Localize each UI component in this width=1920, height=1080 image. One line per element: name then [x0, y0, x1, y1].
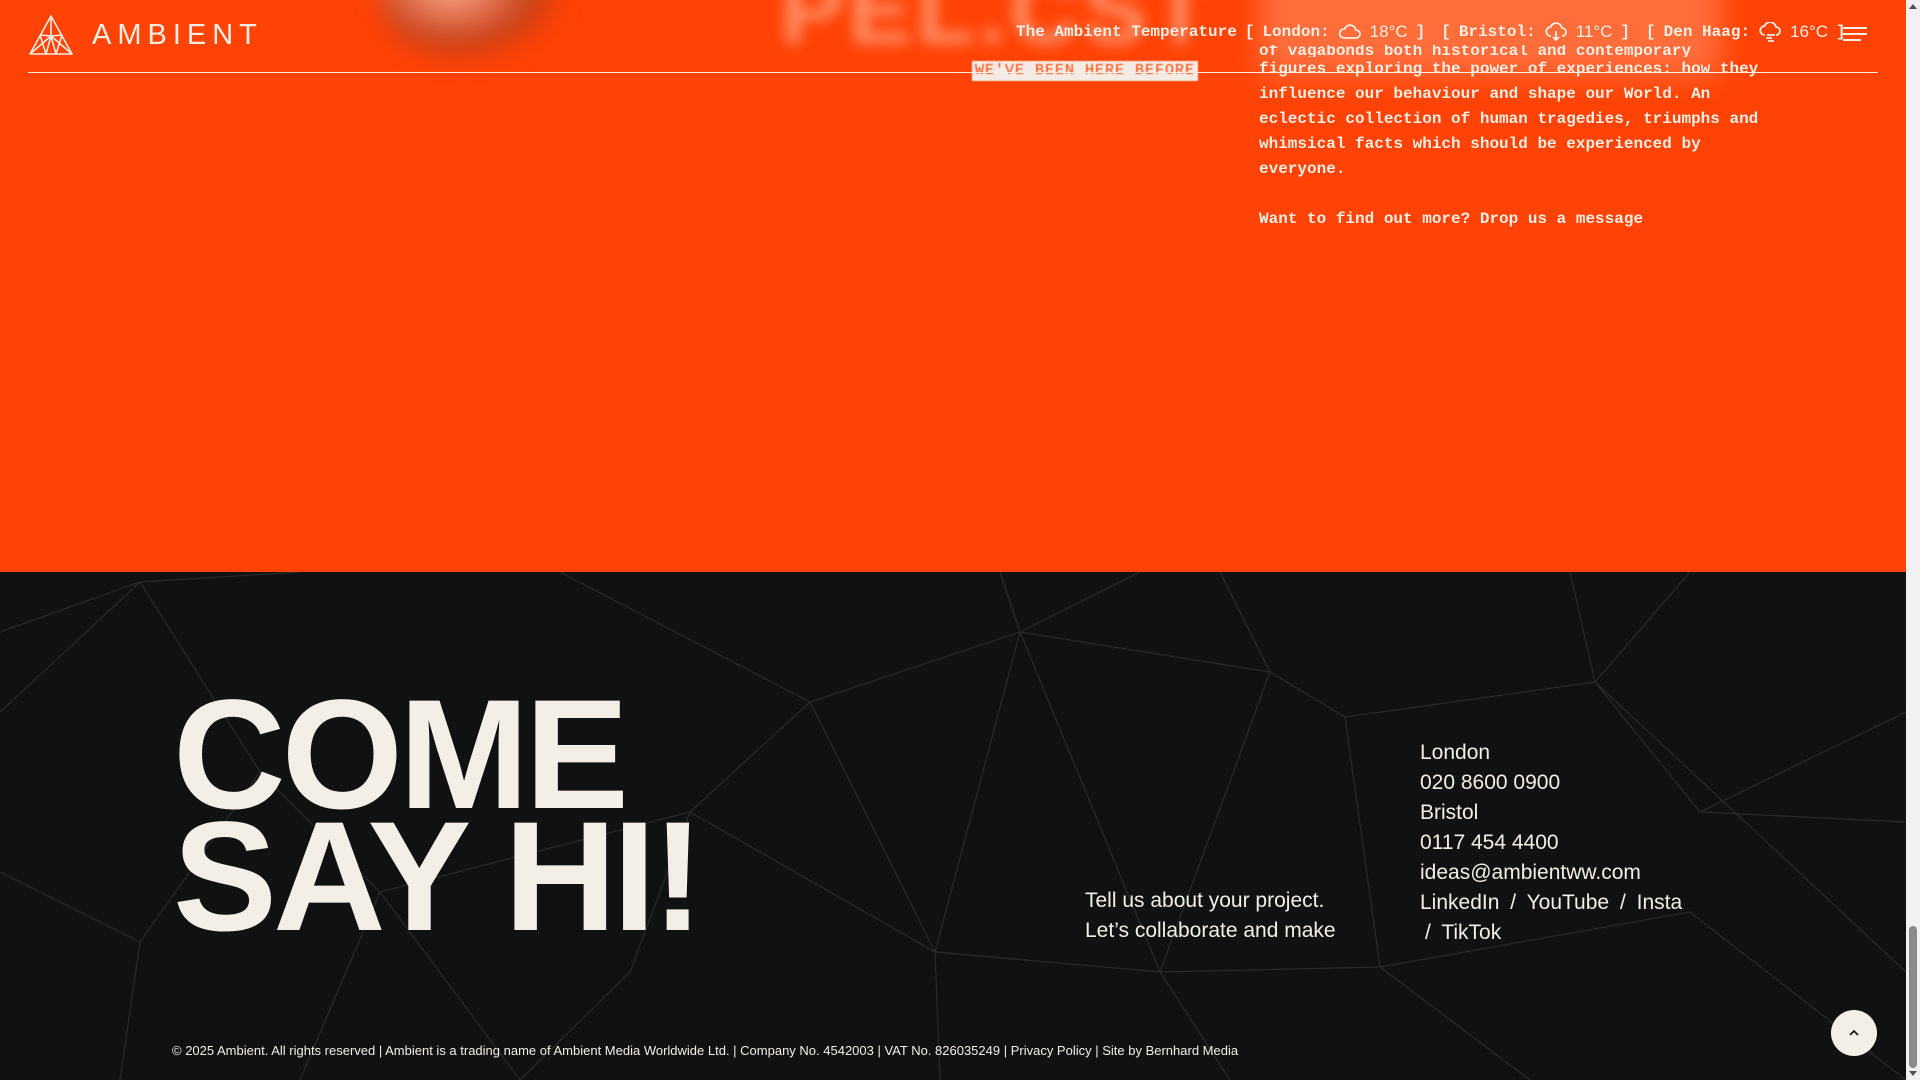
bracket-open: [ [1646, 23, 1656, 41]
bracket-open: [ [1244, 23, 1255, 41]
contact-cta-link[interactable]: Want to find out more? Drop us a message [1259, 207, 1759, 232]
tagline-line2: Let’s collaborate and make [1085, 919, 1336, 942]
social-separator: / [1425, 921, 1431, 944]
scroll-down-arrow-icon[interactable] [1909, 1071, 1917, 1076]
ambient-logo-icon [29, 15, 73, 55]
city-temp: 18°C [1369, 22, 1408, 41]
cloud-download-icon [1545, 22, 1567, 42]
tagline-line1: Tell us about your project. [1085, 889, 1325, 912]
social-link-tiktok[interactable]: TikTok [1441, 921, 1501, 944]
contact-phone-bristol[interactable]: 0117 454 4400 [1420, 828, 1690, 858]
site-credit: | Site by Bernhard Media [1091, 1043, 1239, 1058]
hamburger-menu-icon[interactable] [1843, 27, 1867, 45]
logo[interactable]: AMBIENT [28, 14, 263, 56]
weather-london: [ London: 18°C ] [1237, 22, 1433, 42]
cloud-icon [1338, 24, 1361, 39]
back-to-top-button[interactable] [1831, 1010, 1877, 1056]
copyright-bar: © 2025 Ambient. All rights reserved | Am… [172, 1043, 1238, 1058]
weather-label: The Ambient Temperature [1016, 23, 1237, 41]
city-temp: 11°C [1575, 22, 1613, 41]
footer-section: COME SAY HI! Tell us about your project.… [0, 572, 1906, 1080]
about-paragraph: figures exploring the power of experienc… [1259, 60, 1759, 178]
scroll-up-arrow-icon[interactable] [1909, 4, 1917, 9]
social-link-linkedin[interactable]: LinkedIn [1420, 891, 1499, 914]
footer-heading-line2: SAY HI! [173, 790, 704, 964]
about-text: of vagabonds both historical and contemp… [1259, 45, 1759, 232]
bracket-open: [ [1441, 23, 1451, 41]
hero-section: PEL.CST WE'VE BEEN HERE BEFORE of vagabo… [0, 0, 1906, 572]
city-name: London: [1262, 23, 1330, 41]
page-scrollbar[interactable] [1906, 0, 1920, 1080]
chevron-up-icon [1849, 1029, 1859, 1036]
contact-phone-london[interactable]: 020 8600 0900 [1420, 768, 1690, 798]
menu-line [1843, 39, 1861, 41]
social-links: LinkedIn / YouTube / Insta / TikTok [1420, 888, 1690, 948]
page: PEL.CST WE'VE BEEN HERE BEFORE of vagabo… [0, 0, 1920, 1080]
menu-line [1843, 33, 1867, 35]
social-link-youtube[interactable]: YouTube [1527, 891, 1610, 914]
scrollbar-thumb[interactable] [1909, 926, 1917, 1068]
header-divider [28, 72, 1878, 73]
contact-city-bristol: Bristol [1420, 801, 1479, 824]
footer-heading: COME SAY HI! [173, 677, 704, 964]
city-name: Den Haag: [1663, 23, 1751, 41]
footer-tagline: Tell us about your project. Let’s collab… [1085, 886, 1336, 946]
weather-bristol: [ Bristol: 11°C ] [1433, 22, 1638, 42]
cloud-rain-icon [1759, 22, 1781, 42]
contact-city-london: London [1420, 741, 1491, 764]
social-separator: / [1619, 891, 1626, 914]
city-name: Bristol: [1458, 23, 1536, 41]
city-temp: 16°C [1790, 22, 1829, 41]
contact-block: London 020 8600 0900 Bristol 0117 454 44… [1420, 738, 1690, 948]
site-header: AMBIENT The Ambient Temperature [ London… [0, 0, 1906, 73]
menu-line [1843, 27, 1867, 29]
contact-email[interactable]: ideas@ambientww.com [1420, 858, 1690, 888]
social-separator: / [1510, 891, 1517, 914]
social-link-insta[interactable]: Insta [1637, 891, 1683, 914]
weather-bar: The Ambient Temperature [ London: 18°C ]… [1016, 22, 1854, 42]
logo-text: AMBIENT [92, 18, 263, 51]
privacy-policy-link[interactable]: Privacy Policy [1011, 1043, 1092, 1058]
weather-den-haag: [ Den Haag: 16°C ] [1638, 22, 1854, 42]
copyright-text: © 2025 Ambient. All rights reserved | Am… [172, 1043, 1011, 1058]
bracket-close: ] [1620, 23, 1631, 41]
bracket-close: ] [1415, 23, 1426, 41]
